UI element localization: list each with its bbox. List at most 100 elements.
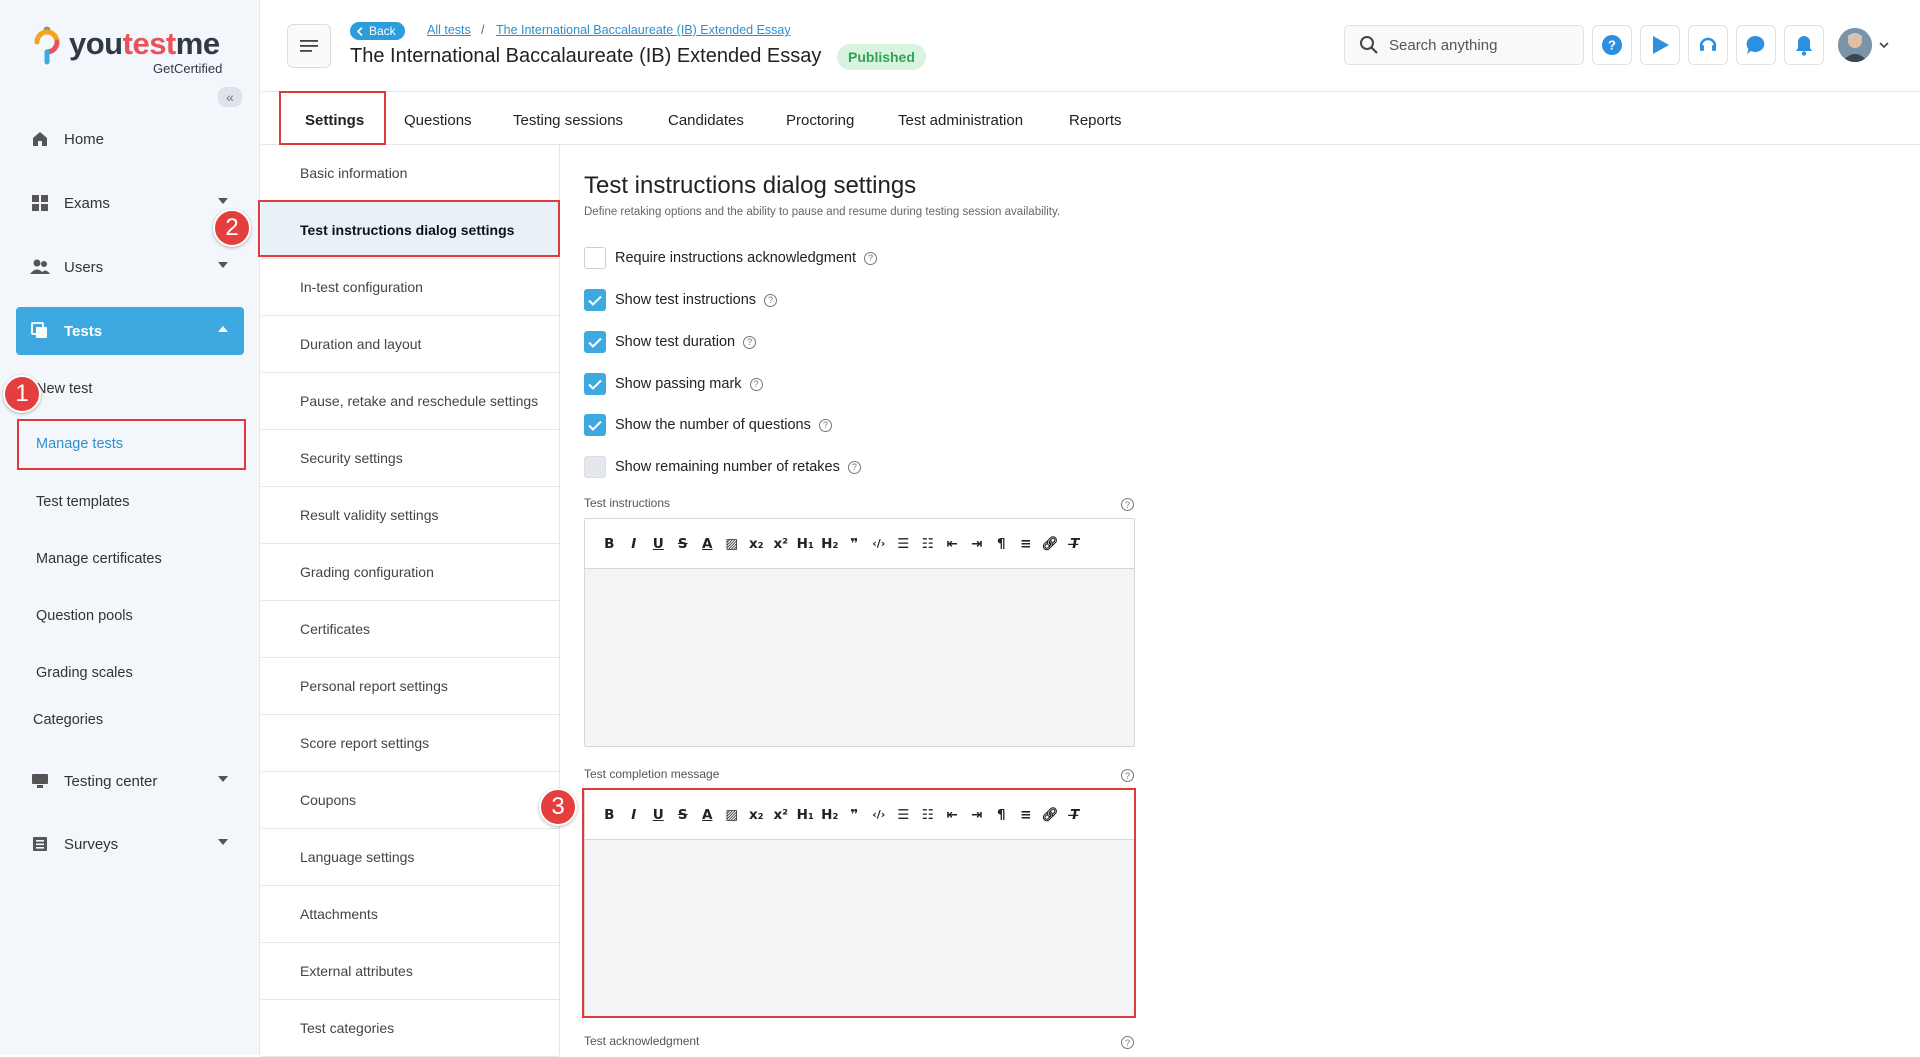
sub-test-templates[interactable]: Test templates	[36, 494, 130, 510]
help-circle-icon[interactable]: ?	[1121, 769, 1134, 782]
settings-item-result-validity[interactable]: Result validity settings	[261, 487, 559, 544]
help-circle-icon[interactable]: ?	[1121, 498, 1134, 511]
help-circle-icon[interactable]: ?	[818, 418, 832, 432]
underline-icon[interactable]: U	[646, 533, 671, 555]
blockquote-icon[interactable]: ❞	[842, 533, 867, 555]
option-show-remaining-retakes[interactable]: Show remaining number of retakes ?	[584, 456, 861, 478]
tab-proctoring[interactable]: Proctoring	[786, 112, 854, 129]
tab-testing-sessions[interactable]: Testing sessions	[513, 112, 623, 129]
code-icon[interactable]: ‹/›	[867, 533, 892, 555]
indent-icon[interactable]: ⇥	[965, 533, 990, 555]
settings-item-score-report[interactable]: Score report settings	[261, 715, 559, 772]
global-search[interactable]: Search anything	[1344, 25, 1584, 65]
help-circle-icon[interactable]: ?	[743, 335, 757, 349]
option-show-test-instructions[interactable]: Show test instructions ?	[584, 289, 778, 311]
checkbox-disabled[interactable]	[584, 456, 606, 478]
nav-tests-label: Tests	[64, 322, 103, 340]
help-circle-icon[interactable]: ?	[847, 460, 861, 474]
chevron-down-icon[interactable]	[1879, 42, 1889, 49]
page-title: The International Baccalaureate (IB) Ext…	[350, 45, 822, 67]
italic-icon[interactable]: I	[622, 533, 647, 555]
option-require-acknowledgment[interactable]: Require instructions acknowledgment ?	[584, 247, 877, 269]
bullet-list-icon[interactable]: ☷	[916, 533, 941, 555]
tab-reports[interactable]: Reports	[1069, 112, 1122, 129]
sub-manage-certificates[interactable]: Manage certificates	[36, 551, 162, 567]
settings-item-external-attributes[interactable]: External attributes	[261, 943, 559, 1000]
chat-icon	[1746, 35, 1765, 54]
sub-new-test[interactable]: New test	[36, 381, 92, 397]
checkmark-icon	[588, 420, 602, 431]
superscript-icon[interactable]: x²	[769, 533, 794, 555]
highlight-manage-tests	[17, 419, 246, 470]
link-icon[interactable]: 🔗︎	[1038, 533, 1063, 555]
outdent-icon[interactable]: ⇤	[940, 533, 965, 555]
help-circle-icon[interactable]: ?	[864, 251, 877, 265]
sub-categories[interactable]: Categories	[33, 712, 103, 728]
tab-candidates[interactable]: Candidates	[668, 112, 744, 129]
users-icon	[30, 257, 50, 277]
settings-item-attachments[interactable]: Attachments	[261, 886, 559, 943]
settings-item-basic-information[interactable]: Basic information	[261, 145, 559, 202]
clear-format-icon[interactable]: T̶	[1063, 533, 1088, 555]
user-avatar[interactable]	[1838, 28, 1872, 62]
tab-questions[interactable]: Questions	[404, 112, 472, 129]
play-tutorial-button[interactable]	[1640, 25, 1680, 65]
settings-item-certificates[interactable]: Certificates	[261, 601, 559, 658]
field-label-test-instructions: Test instructions	[584, 496, 671, 510]
heading-1-icon[interactable]: H₁	[793, 533, 818, 555]
nav-exams[interactable]: Exams	[16, 179, 244, 227]
menu-toggle-button[interactable]	[287, 24, 331, 68]
settings-item-personal-report[interactable]: Personal report settings	[261, 658, 559, 715]
breadcrumb-current-test[interactable]: The International Baccalaureate (IB) Ext…	[496, 23, 791, 37]
editor-content-area[interactable]	[585, 569, 1134, 746]
checkbox-checked[interactable]	[584, 414, 606, 436]
settings-item-in-test-configuration[interactable]: In-test configuration	[261, 259, 559, 316]
text-direction-icon[interactable]: ¶	[989, 533, 1014, 555]
nav-surveys[interactable]: Surveys	[16, 820, 244, 868]
test-instructions-editor[interactable]: B I U S A ▨ x₂ x² H₁ H₂ ❞ ‹/› ☰ ☷ ⇤ ⇥ ¶ …	[584, 518, 1135, 747]
option-show-passing-mark[interactable]: Show passing mark ?	[584, 373, 763, 395]
checkbox-checked[interactable]	[584, 289, 606, 311]
highlight-icon[interactable]: ▨	[720, 533, 745, 555]
notifications-button[interactable]	[1784, 25, 1824, 65]
help-circle-icon[interactable]: ?	[1121, 1036, 1134, 1049]
settings-item-language[interactable]: Language settings	[261, 829, 559, 886]
nav-testing-center[interactable]: Testing center	[16, 757, 244, 805]
tab-test-administration[interactable]: Test administration	[898, 112, 1023, 129]
option-show-number-of-questions[interactable]: Show the number of questions ?	[584, 414, 832, 436]
settings-item-duration-and-layout[interactable]: Duration and layout	[261, 316, 559, 373]
strikethrough-icon[interactable]: S	[671, 533, 696, 555]
sub-question-pools[interactable]: Question pools	[36, 608, 133, 624]
ordered-list-icon[interactable]: ☰	[891, 533, 916, 555]
settings-item-pause-retake-reschedule[interactable]: Pause, retake and reschedule settings	[261, 373, 559, 430]
nav-tests[interactable]: Tests	[16, 307, 244, 355]
back-button[interactable]: Back	[350, 22, 405, 40]
subscript-icon[interactable]: x₂	[744, 533, 769, 555]
headset-icon	[1699, 37, 1717, 51]
breadcrumb-all-tests[interactable]: All tests	[427, 23, 471, 37]
bell-icon	[1796, 36, 1812, 56]
option-show-test-duration[interactable]: Show test duration ?	[584, 331, 757, 353]
heading-2-icon[interactable]: H₂	[818, 533, 843, 555]
align-icon[interactable]: ≡	[1014, 533, 1039, 555]
text-color-icon[interactable]: A	[695, 533, 720, 555]
checkbox-checked[interactable]	[584, 331, 606, 353]
sub-grading-scales[interactable]: Grading scales	[36, 665, 133, 681]
checkbox-unchecked[interactable]	[584, 247, 606, 269]
bold-icon[interactable]: B	[597, 533, 622, 555]
collapse-sidebar-button[interactable]: «	[218, 87, 242, 107]
settings-item-test-categories[interactable]: Test categories	[261, 1000, 559, 1057]
chat-button[interactable]	[1736, 25, 1776, 65]
help-circle-icon[interactable]: ?	[749, 377, 763, 391]
settings-item-security[interactable]: Security settings	[261, 430, 559, 487]
help-circle-icon[interactable]: ?	[764, 293, 778, 307]
nav-exams-label: Exams	[64, 194, 110, 212]
nav-home[interactable]: Home	[16, 115, 244, 163]
brand-logo[interactable]: youtestme GetCertified	[34, 24, 234, 76]
help-button[interactable]: ?	[1592, 25, 1632, 65]
checkbox-checked[interactable]	[584, 373, 606, 395]
support-button[interactable]	[1688, 25, 1728, 65]
nav-users[interactable]: Users	[16, 243, 244, 291]
settings-item-coupons[interactable]: Coupons	[261, 772, 559, 829]
settings-item-grading-configuration[interactable]: Grading configuration	[261, 544, 559, 601]
